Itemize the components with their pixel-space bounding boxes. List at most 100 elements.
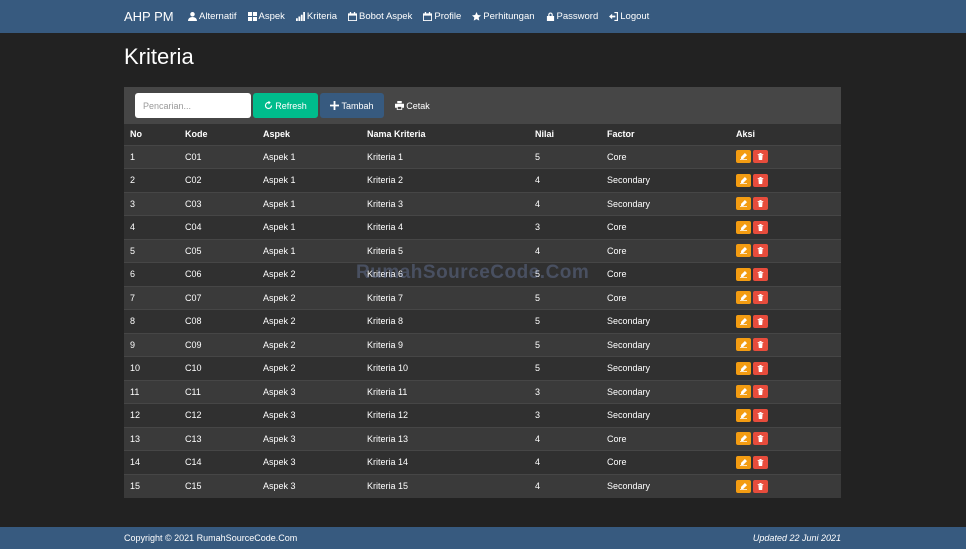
header-no[interactable]: No bbox=[124, 124, 179, 145]
edit-button[interactable] bbox=[736, 291, 751, 305]
cell-no: 1 bbox=[124, 144, 179, 169]
cell-nama: Kriteria 4 bbox=[361, 215, 529, 239]
print-icon bbox=[395, 101, 405, 110]
edit-button[interactable] bbox=[736, 314, 751, 328]
cell-factor: Secondary bbox=[601, 403, 730, 427]
cell-no: 10 bbox=[124, 356, 179, 380]
cell-kode: C08 bbox=[179, 309, 257, 333]
header-nama-kriteria[interactable]: Nama Kriteria bbox=[361, 124, 529, 145]
delete-button[interactable] bbox=[753, 244, 768, 258]
nav-item-aspek[interactable]: Aspek bbox=[247, 11, 285, 22]
edit-button[interactable] bbox=[736, 385, 751, 399]
cell-factor: Core bbox=[601, 238, 730, 263]
table-row: 15 C15 Aspek 3 Kriteria 15 4 Secondary bbox=[124, 473, 841, 498]
star-icon bbox=[472, 12, 482, 21]
header-nilai[interactable]: Nilai bbox=[529, 124, 601, 145]
nav-item-password[interactable]: Password bbox=[546, 11, 598, 22]
cell-no: 9 bbox=[124, 332, 179, 357]
delete-button[interactable] bbox=[753, 455, 768, 469]
nav-item-logout[interactable]: Logout bbox=[609, 11, 649, 22]
toolbar: Refresh Tambah Cetak bbox=[124, 87, 841, 124]
delete-button[interactable] bbox=[753, 361, 768, 375]
brand-link[interactable]: AHP PM bbox=[124, 9, 174, 24]
cell-nama: Kriteria 3 bbox=[361, 191, 529, 216]
trash-icon bbox=[757, 317, 764, 325]
cell-factor: Core bbox=[601, 144, 730, 169]
delete-button[interactable] bbox=[753, 197, 768, 211]
nav-item-bobot-aspek[interactable]: Bobot Aspek bbox=[348, 11, 412, 22]
nav-item-kriteria[interactable]: Kriteria bbox=[295, 11, 337, 22]
header-kode[interactable]: Kode bbox=[179, 124, 257, 145]
cell-kode: C09 bbox=[179, 332, 257, 357]
updated-text: Updated 22 Juni 2021 bbox=[752, 533, 841, 543]
nav-item-perhitungan[interactable]: Perhitungan bbox=[472, 11, 535, 22]
add-label: Tambah bbox=[341, 100, 374, 111]
cell-nilai: 5 bbox=[529, 285, 601, 310]
edit-button[interactable] bbox=[736, 267, 751, 281]
delete-button[interactable] bbox=[753, 479, 768, 493]
delete-button[interactable] bbox=[753, 385, 768, 399]
delete-button[interactable] bbox=[753, 291, 768, 305]
cell-nama: Kriteria 15 bbox=[361, 473, 529, 498]
cell-aksi bbox=[730, 473, 841, 498]
delete-button[interactable] bbox=[753, 150, 768, 164]
delete-button[interactable] bbox=[753, 314, 768, 328]
cell-aspek: Aspek 1 bbox=[257, 215, 361, 239]
add-button[interactable]: Tambah bbox=[320, 93, 384, 118]
nav-item-alternatif[interactable]: Alternatif bbox=[188, 11, 237, 22]
nav-item-profile[interactable]: Profile bbox=[423, 11, 461, 22]
delete-button[interactable] bbox=[753, 408, 768, 422]
edit-button[interactable] bbox=[736, 361, 751, 375]
plus-icon bbox=[330, 101, 340, 110]
table-row: 10 C10 Aspek 2 Kriteria 10 5 Secondary bbox=[124, 356, 841, 380]
cell-nama: Kriteria 10 bbox=[361, 356, 529, 380]
edit-button[interactable] bbox=[736, 432, 751, 446]
cell-factor: Secondary bbox=[601, 168, 730, 192]
cell-factor: Core bbox=[601, 426, 730, 451]
delete-button[interactable] bbox=[753, 173, 768, 187]
edit-button[interactable] bbox=[736, 244, 751, 258]
cell-nilai: 4 bbox=[529, 426, 601, 451]
table-row: 11 C11 Aspek 3 Kriteria 11 3 Secondary bbox=[124, 379, 841, 404]
edit-button[interactable] bbox=[736, 455, 751, 469]
cell-aksi bbox=[730, 356, 841, 380]
cell-factor: Secondary bbox=[601, 191, 730, 216]
edit-button[interactable] bbox=[736, 220, 751, 234]
calendar-icon bbox=[348, 12, 357, 21]
trash-icon bbox=[757, 364, 764, 372]
edit-button[interactable] bbox=[736, 338, 751, 352]
header-aspek[interactable]: Aspek bbox=[257, 124, 361, 145]
table-row: 6 C06 Aspek 2 Kriteria 6 5 Core bbox=[124, 262, 841, 286]
delete-button[interactable] bbox=[753, 338, 768, 352]
header-aksi: Aksi bbox=[730, 124, 841, 145]
page-title: Kriteria bbox=[124, 44, 194, 69]
delete-button[interactable] bbox=[753, 267, 768, 281]
edit-button[interactable] bbox=[736, 408, 751, 422]
cell-kode: C04 bbox=[179, 215, 257, 239]
edit-button[interactable] bbox=[736, 197, 751, 211]
edit-icon bbox=[740, 482, 747, 490]
table-row: 12 C12 Aspek 3 Kriteria 12 3 Secondary bbox=[124, 403, 841, 427]
trash-icon bbox=[757, 270, 764, 278]
trash-icon bbox=[757, 176, 764, 184]
print-button[interactable]: Cetak bbox=[390, 93, 435, 118]
edit-button[interactable] bbox=[736, 150, 751, 164]
trash-icon bbox=[757, 458, 764, 466]
cell-nama: Kriteria 5 bbox=[361, 238, 529, 263]
refresh-icon bbox=[265, 101, 273, 110]
cell-no: 4 bbox=[124, 215, 179, 239]
trash-icon bbox=[757, 482, 764, 490]
delete-button[interactable] bbox=[753, 220, 768, 234]
cell-aksi bbox=[730, 262, 841, 286]
edit-button[interactable] bbox=[736, 173, 751, 187]
edit-button[interactable] bbox=[736, 479, 751, 493]
edit-icon bbox=[740, 153, 747, 161]
cell-no: 15 bbox=[124, 473, 179, 498]
table-row: 2 C02 Aspek 1 Kriteria 2 4 Secondary bbox=[124, 168, 841, 192]
search-input[interactable] bbox=[135, 93, 251, 118]
refresh-button[interactable]: Refresh bbox=[253, 93, 318, 118]
cell-nama: Kriteria 6 bbox=[361, 262, 529, 286]
header-factor[interactable]: Factor bbox=[601, 124, 730, 145]
cell-nama: Kriteria 7 bbox=[361, 285, 529, 310]
delete-button[interactable] bbox=[753, 432, 768, 446]
